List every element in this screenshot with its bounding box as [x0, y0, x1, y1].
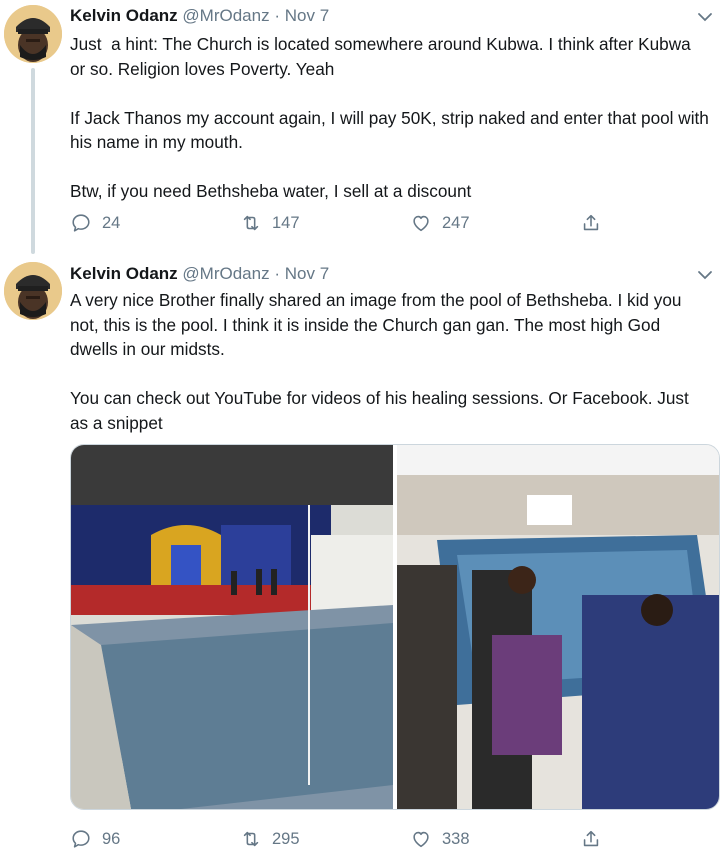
author-handle[interactable]: @MrOdanz [182, 6, 269, 25]
author-handle[interactable]: @MrOdanz [182, 264, 269, 283]
tweet-date[interactable]: Nov 7 [285, 264, 329, 283]
like-count: 338 [442, 829, 470, 848]
chevron-down-icon[interactable] [696, 8, 714, 26]
reply-button[interactable]: 96 [70, 828, 120, 850]
retweet-icon [243, 215, 259, 231]
share-icon [583, 214, 599, 231]
retweet-count: 147 [272, 213, 300, 232]
separator: · [274, 6, 280, 25]
like-icon [413, 215, 429, 232]
share-icon [583, 830, 599, 847]
tweet-actions: 24 147 247 [70, 212, 710, 236]
separator: · [274, 264, 280, 283]
reply-icon [72, 214, 90, 232]
retweet-button[interactable]: 295 [240, 828, 300, 850]
like-icon [413, 831, 429, 848]
tweet-1[interactable]: Kelvin Odanz @MrOdanz · Nov 7 Just a hin… [0, 0, 720, 258]
tweet-text: A very nice Brother finally shared an im… [70, 290, 689, 433]
tweet-media[interactable] [70, 444, 720, 810]
retweet-button[interactable]: 147 [240, 212, 300, 234]
tweet-date[interactable]: Nov 7 [285, 6, 329, 25]
chevron-down-icon[interactable] [696, 266, 714, 284]
tweet-header: Kelvin Odanz @MrOdanz · Nov 7 [70, 264, 329, 284]
retweet-icon [243, 831, 259, 847]
retweet-count: 295 [272, 829, 300, 848]
thread-line [31, 68, 35, 254]
avatar[interactable] [4, 262, 62, 320]
reply-count: 24 [102, 213, 121, 232]
share-button[interactable] [580, 212, 612, 234]
share-button[interactable] [580, 828, 612, 850]
pool-photo-left[interactable] [71, 445, 393, 809]
tweet-actions: 96 295 338 [70, 828, 710, 852]
reply-icon [72, 830, 90, 848]
reply-count: 96 [102, 829, 121, 848]
avatar[interactable] [4, 5, 62, 63]
author-name[interactable]: Kelvin Odanz [70, 264, 178, 283]
like-button[interactable]: 338 [410, 828, 470, 850]
reply-button[interactable]: 24 [70, 212, 120, 234]
like-button[interactable]: 247 [410, 212, 470, 234]
tweet-text: Just a hint: The Church is located somew… [70, 34, 709, 201]
like-count: 247 [442, 213, 470, 232]
pool-photo-right[interactable] [397, 445, 719, 809]
tweet-header: Kelvin Odanz @MrOdanz · Nov 7 [70, 6, 329, 26]
author-name[interactable]: Kelvin Odanz [70, 6, 178, 25]
